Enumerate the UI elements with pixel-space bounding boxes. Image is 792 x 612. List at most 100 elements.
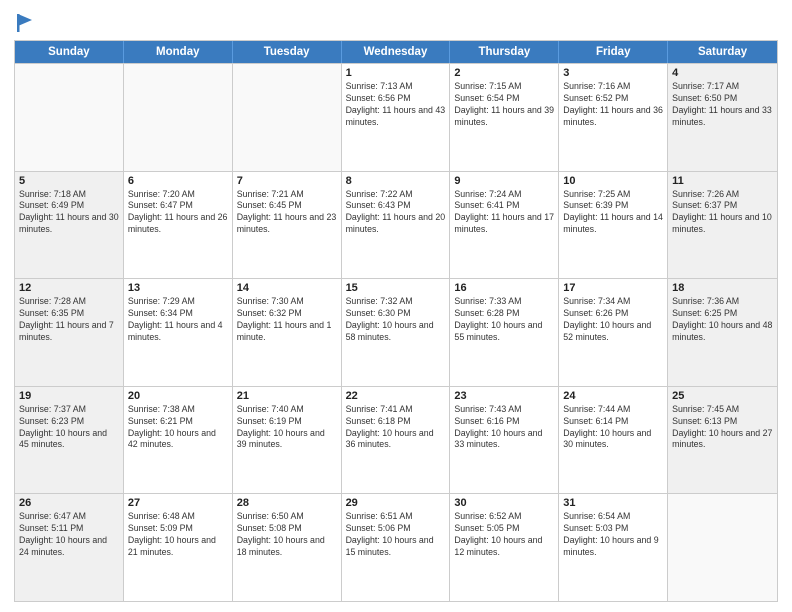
day-number: 11 [672, 175, 773, 187]
calendar-cell: 10Sunrise: 7:25 AM Sunset: 6:39 PM Dayli… [559, 172, 668, 279]
day-number: 5 [19, 175, 119, 187]
calendar-week-1: 1 Sunrise: 7:13 AM Sunset: 6:56 PM Daylig… [15, 63, 777, 171]
calendar-cell: 11Sunrise: 7:26 AM Sunset: 6:37 PM Dayli… [668, 172, 777, 279]
cell-content: Sunrise: 7:24 AM Sunset: 6:41 PM Dayligh… [454, 189, 554, 237]
day-number: 1 [346, 67, 446, 79]
cell-content: Sunrise: 7:34 AM Sunset: 6:26 PM Dayligh… [563, 296, 663, 344]
calendar-cell: 9 Sunrise: 7:24 AM Sunset: 6:41 PM Daylig… [450, 172, 559, 279]
cell-content: Sunrise: 6:47 AM Sunset: 5:11 PM Dayligh… [19, 511, 119, 559]
calendar-cell: 23 Sunrise: 7:43 AM Sunset: 6:16 PM Dayli… [450, 387, 559, 494]
calendar-cell: 6 Sunrise: 7:20 AM Sunset: 6:47 PM Daylig… [124, 172, 233, 279]
calendar-cell: 24 Sunrise: 7:44 AM Sunset: 6:14 PM Dayli… [559, 387, 668, 494]
cell-content: Sunrise: 7:37 AM Sunset: 6:23 PM Dayligh… [19, 404, 119, 452]
cell-content: Sunrise: 7:28 AM Sunset: 6:35 PM Dayligh… [19, 296, 119, 344]
cell-content: Sunrise: 7:40 AM Sunset: 6:19 PM Dayligh… [237, 404, 337, 452]
day-number: 18 [672, 282, 773, 294]
cell-content: Sunrise: 6:50 AM Sunset: 5:08 PM Dayligh… [237, 511, 337, 559]
header-day-monday: Monday [124, 41, 233, 63]
cell-content: Sunrise: 6:51 AM Sunset: 5:06 PM Dayligh… [346, 511, 446, 559]
calendar-cell: 16 Sunrise: 7:33 AM Sunset: 6:28 PM Dayli… [450, 279, 559, 386]
day-number: 20 [128, 390, 228, 402]
day-number: 13 [128, 282, 228, 294]
calendar-cell [124, 64, 233, 171]
cell-content: Sunrise: 7:43 AM Sunset: 6:16 PM Dayligh… [454, 404, 554, 452]
calendar-week-4: 19 Sunrise: 7:37 AM Sunset: 6:23 PM Dayli… [15, 386, 777, 494]
calendar-cell: 4 Sunrise: 7:17 AM Sunset: 6:50 PM Daylig… [668, 64, 777, 171]
cell-content: Sunrise: 7:32 AM Sunset: 6:30 PM Dayligh… [346, 296, 446, 344]
cell-content: Sunrise: 7:30 AM Sunset: 6:32 PM Dayligh… [237, 296, 337, 344]
calendar-cell: 22Sunrise: 7:41 AM Sunset: 6:18 PM Dayli… [342, 387, 451, 494]
header-day-friday: Friday [559, 41, 668, 63]
cell-content: Sunrise: 6:48 AM Sunset: 5:09 PM Dayligh… [128, 511, 228, 559]
cell-content: Sunrise: 7:16 AM Sunset: 6:52 PM Dayligh… [563, 81, 663, 129]
calendar-grid: SundayMondayTuesdayWednesdayThursdayFrid… [14, 40, 778, 602]
calendar-cell [233, 64, 342, 171]
calendar-cell: 19 Sunrise: 7:37 AM Sunset: 6:23 PM Dayli… [15, 387, 124, 494]
day-number: 2 [454, 67, 554, 79]
calendar-cell: 5Sunrise: 7:18 AM Sunset: 6:49 PM Daylig… [15, 172, 124, 279]
calendar-header-row: SundayMondayTuesdayWednesdayThursdayFrid… [15, 41, 777, 63]
day-number: 27 [128, 497, 228, 509]
cell-content: Sunrise: 7:22 AM Sunset: 6:43 PM Dayligh… [346, 189, 446, 237]
calendar-cell: 15 Sunrise: 7:32 AM Sunset: 6:30 PM Dayli… [342, 279, 451, 386]
calendar-cell: 29 Sunrise: 6:51 AM Sunset: 5:06 PM Dayli… [342, 494, 451, 601]
day-number: 10 [563, 175, 663, 187]
header-day-thursday: Thursday [450, 41, 559, 63]
day-number: 4 [672, 67, 773, 79]
calendar-cell: 30 Sunrise: 6:52 AM Sunset: 5:05 PM Dayli… [450, 494, 559, 601]
calendar-cell: 31Sunrise: 6:54 AM Sunset: 5:03 PM Dayli… [559, 494, 668, 601]
calendar-cell: 3 Sunrise: 7:16 AM Sunset: 6:52 PM Daylig… [559, 64, 668, 171]
day-number: 30 [454, 497, 554, 509]
calendar-week-2: 5Sunrise: 7:18 AM Sunset: 6:49 PM Daylig… [15, 171, 777, 279]
calendar-page: SundayMondayTuesdayWednesdayThursdayFrid… [0, 0, 792, 612]
calendar-cell: 2 Sunrise: 7:15 AM Sunset: 6:54 PM Daylig… [450, 64, 559, 171]
cell-content: Sunrise: 7:38 AM Sunset: 6:21 PM Dayligh… [128, 404, 228, 452]
day-number: 21 [237, 390, 337, 402]
cell-content: Sunrise: 6:54 AM Sunset: 5:03 PM Dayligh… [563, 511, 663, 559]
cell-content: Sunrise: 7:17 AM Sunset: 6:50 PM Dayligh… [672, 81, 773, 129]
header-day-tuesday: Tuesday [233, 41, 342, 63]
calendar-cell: 28 Sunrise: 6:50 AM Sunset: 5:08 PM Dayli… [233, 494, 342, 601]
day-number: 23 [454, 390, 554, 402]
calendar-cell: 25Sunrise: 7:45 AM Sunset: 6:13 PM Dayli… [668, 387, 777, 494]
day-number: 6 [128, 175, 228, 187]
day-number: 19 [19, 390, 119, 402]
calendar-cell: 1 Sunrise: 7:13 AM Sunset: 6:56 PM Daylig… [342, 64, 451, 171]
day-number: 24 [563, 390, 663, 402]
calendar-cell: 20 Sunrise: 7:38 AM Sunset: 6:21 PM Dayli… [124, 387, 233, 494]
day-number: 16 [454, 282, 554, 294]
day-number: 29 [346, 497, 446, 509]
day-number: 12 [19, 282, 119, 294]
header-day-wednesday: Wednesday [342, 41, 451, 63]
cell-content: Sunrise: 7:33 AM Sunset: 6:28 PM Dayligh… [454, 296, 554, 344]
cell-content: Sunrise: 7:15 AM Sunset: 6:54 PM Dayligh… [454, 81, 554, 129]
calendar-cell: 26 Sunrise: 6:47 AM Sunset: 5:11 PM Dayli… [15, 494, 124, 601]
day-number: 8 [346, 175, 446, 187]
day-number: 26 [19, 497, 119, 509]
calendar-cell: 27 Sunrise: 6:48 AM Sunset: 5:09 PM Dayli… [124, 494, 233, 601]
day-number: 28 [237, 497, 337, 509]
day-number: 15 [346, 282, 446, 294]
cell-content: Sunrise: 7:44 AM Sunset: 6:14 PM Dayligh… [563, 404, 663, 452]
calendar-cell: 14 Sunrise: 7:30 AM Sunset: 6:32 PM Dayli… [233, 279, 342, 386]
calendar-cell: 18 Sunrise: 7:36 AM Sunset: 6:25 PM Dayli… [668, 279, 777, 386]
cell-content: Sunrise: 7:29 AM Sunset: 6:34 PM Dayligh… [128, 296, 228, 344]
logo-flag-icon [16, 12, 34, 34]
cell-content: Sunrise: 6:52 AM Sunset: 5:05 PM Dayligh… [454, 511, 554, 559]
day-number: 3 [563, 67, 663, 79]
day-number: 14 [237, 282, 337, 294]
day-number: 7 [237, 175, 337, 187]
calendar-cell: 21 Sunrise: 7:40 AM Sunset: 6:19 PM Dayli… [233, 387, 342, 494]
header-day-saturday: Saturday [668, 41, 777, 63]
cell-content: Sunrise: 7:13 AM Sunset: 6:56 PM Dayligh… [346, 81, 446, 129]
calendar-week-3: 12 Sunrise: 7:28 AM Sunset: 6:35 PM Dayli… [15, 278, 777, 386]
day-number: 9 [454, 175, 554, 187]
day-number: 22 [346, 390, 446, 402]
calendar-cell: 7Sunrise: 7:21 AM Sunset: 6:45 PM Daylig… [233, 172, 342, 279]
calendar-cell: 8 Sunrise: 7:22 AM Sunset: 6:43 PM Daylig… [342, 172, 451, 279]
cell-content: Sunrise: 7:20 AM Sunset: 6:47 PM Dayligh… [128, 189, 228, 237]
cell-content: Sunrise: 7:36 AM Sunset: 6:25 PM Dayligh… [672, 296, 773, 344]
calendar-cell: 12 Sunrise: 7:28 AM Sunset: 6:35 PM Dayli… [15, 279, 124, 386]
calendar-cell [15, 64, 124, 171]
page-header [14, 10, 778, 34]
